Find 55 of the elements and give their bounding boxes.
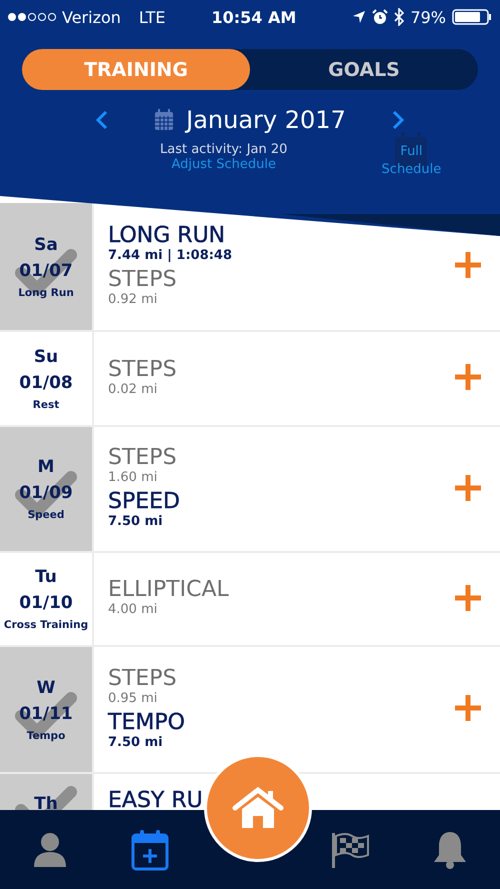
activity-detail: 4.00 mi xyxy=(108,602,158,617)
activity-name: TEMPO xyxy=(108,710,185,734)
previous-month-button[interactable] xyxy=(96,110,108,130)
battery-icon xyxy=(452,9,492,25)
day-cell[interactable]: W 01/11 Tempo xyxy=(0,647,94,772)
full-schedule-button[interactable]: Full Schedule xyxy=(371,132,452,180)
day-date: 01/09 xyxy=(19,483,73,503)
clock-time: 10:54 AM xyxy=(212,8,296,26)
activity-detail: 1.60 mi xyxy=(108,470,158,485)
carrier-name: Verizon xyxy=(62,8,121,26)
day-name: M xyxy=(38,457,54,477)
day-name: Su xyxy=(34,346,58,366)
day-cell[interactable]: Sa 01/07 Long Run xyxy=(0,203,94,330)
activity-name: STEPS xyxy=(108,356,177,382)
activity-detail: 0.02 mi xyxy=(108,382,158,396)
bluetooth-icon xyxy=(394,8,404,26)
day-date: 01/08 xyxy=(19,372,73,392)
day-date: 01/11 xyxy=(19,704,73,724)
activity-detail: 0.95 mi xyxy=(108,690,158,706)
location-arrow-icon xyxy=(352,10,366,24)
house-icon xyxy=(232,787,284,829)
activity-name: EASY RU xyxy=(108,788,203,810)
workout-type: Tempo xyxy=(26,730,66,742)
last-activity-text: Last activity: Jan 20 xyxy=(160,142,288,157)
workout-type: Rest xyxy=(32,398,60,410)
workout-type: Long Run xyxy=(18,286,74,298)
activity-name: LONG RUN xyxy=(108,222,226,248)
day-date: 01/10 xyxy=(19,593,73,613)
day-name: Tu xyxy=(35,567,57,587)
day-name: W xyxy=(36,678,56,698)
day-name: Th xyxy=(34,794,58,810)
network-type: LTE xyxy=(138,8,166,26)
activity-name: STEPS xyxy=(108,445,177,470)
calendar-icon xyxy=(154,109,174,131)
activity-name: STEPS xyxy=(108,666,177,690)
alarm-clock-icon xyxy=(372,9,388,25)
workout-type: Cross Training xyxy=(4,619,88,631)
activity-name: ELLIPTICAL xyxy=(108,577,229,602)
activity-detail: 7.50 mi xyxy=(108,734,164,750)
next-month-button[interactable] xyxy=(392,110,404,130)
day-cell[interactable]: Th xyxy=(0,774,94,810)
activity-detail: 0.92 mi xyxy=(108,292,158,306)
month-title: January 2017 xyxy=(186,106,346,134)
day-cell[interactable]: M 01/09 Speed xyxy=(0,427,94,551)
activity-detail: 7.50 mi xyxy=(108,514,164,529)
segment-tab[interactable]: GOALS xyxy=(250,49,478,90)
signal-icon xyxy=(8,13,56,21)
activity-detail: 7.44 mi | 1:08:48 xyxy=(108,248,234,262)
activity-name: SPEED xyxy=(108,489,180,514)
battery-percent: 79% xyxy=(410,8,446,26)
day-date: 01/07 xyxy=(19,260,73,280)
workout-type: Speed xyxy=(28,509,64,521)
adjust-schedule-link[interactable]: Adjust Schedule xyxy=(171,157,276,172)
day-name: Sa xyxy=(34,234,58,254)
activity-name: STEPS xyxy=(108,266,177,292)
